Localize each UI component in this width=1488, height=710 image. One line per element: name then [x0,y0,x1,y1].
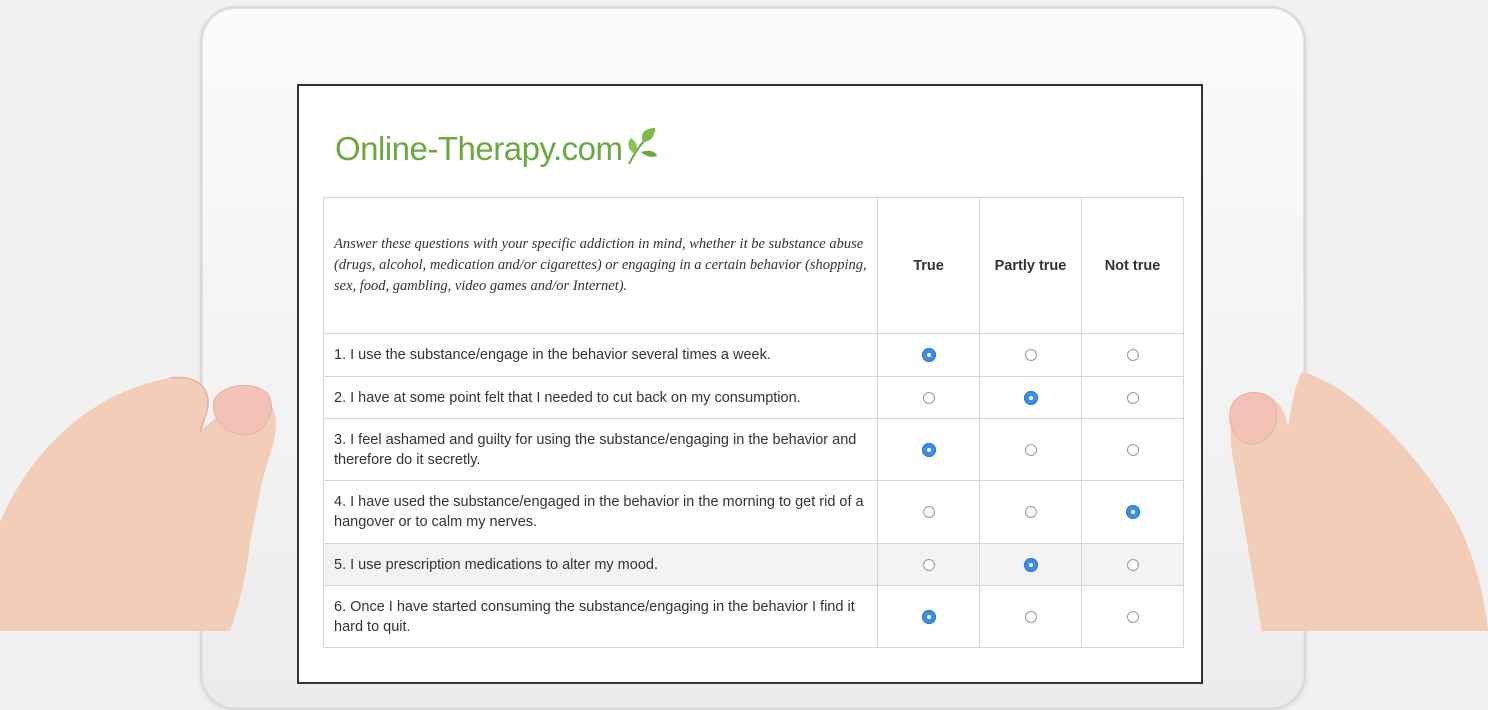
radio-not-true[interactable] [1126,391,1139,404]
addiction-quiz-table: Answer these questions with your specifi… [323,197,1184,648]
column-header-not-true: Not true [1081,197,1184,334]
quiz-header-row: Answer these questions with your specifi… [323,197,1184,334]
question-row-1: 1. I use the substance/engage in the beh… [323,333,1184,377]
question-text: 4. I have used the substance/engaged in … [323,480,878,544]
radio-partly-true[interactable] [1023,557,1038,572]
right-hand-image [1229,372,1488,631]
question-text: 2. I have at some point felt that I need… [323,376,878,419]
leaf-icon [627,128,657,165]
radio-partly-true[interactable] [1024,610,1037,623]
quiz-instructions: Answer these questions with your specifi… [323,197,878,334]
column-header-partly-true: Partly true [979,197,1082,334]
radio-partly-true[interactable] [1024,443,1037,456]
radio-true[interactable] [921,348,936,363]
question-row-3: 3. I feel ashamed and guilty for using t… [323,418,1184,481]
tablet-screen: Online-Therapy.com Answer these question… [297,84,1203,684]
radio-true[interactable] [921,442,936,457]
radio-true[interactable] [921,609,936,624]
question-text: 3. I feel ashamed and guilty for using t… [323,418,878,481]
column-header-true: True [877,197,980,334]
radio-not-true[interactable] [1125,505,1140,520]
brand-logo[interactable]: Online-Therapy.com [335,126,659,172]
radio-not-true[interactable] [1126,443,1139,456]
radio-not-true[interactable] [1126,349,1139,362]
question-text: 1. I use the substance/engage in the beh… [323,333,878,377]
radio-not-true[interactable] [1126,558,1139,571]
question-row-2: 2. I have at some point felt that I need… [323,376,1184,419]
radio-partly-true[interactable] [1024,349,1037,362]
radio-partly-true[interactable] [1023,390,1038,405]
radio-true[interactable] [922,391,935,404]
question-row-5: 5. I use prescription medications to alt… [323,543,1184,586]
radio-true[interactable] [922,506,935,519]
radio-partly-true[interactable] [1024,506,1037,519]
radio-not-true[interactable] [1126,610,1139,623]
question-row-6: 6. Once I have started consuming the sub… [323,585,1184,648]
logo-text: Online-Therapy.com [335,130,623,167]
question-text: 5. I use prescription medications to alt… [323,543,878,586]
radio-true[interactable] [922,558,935,571]
question-text: 6. Once I have started consuming the sub… [323,585,878,648]
question-row-4: 4. I have used the substance/engaged in … [323,480,1184,544]
left-hand-image [0,376,276,631]
